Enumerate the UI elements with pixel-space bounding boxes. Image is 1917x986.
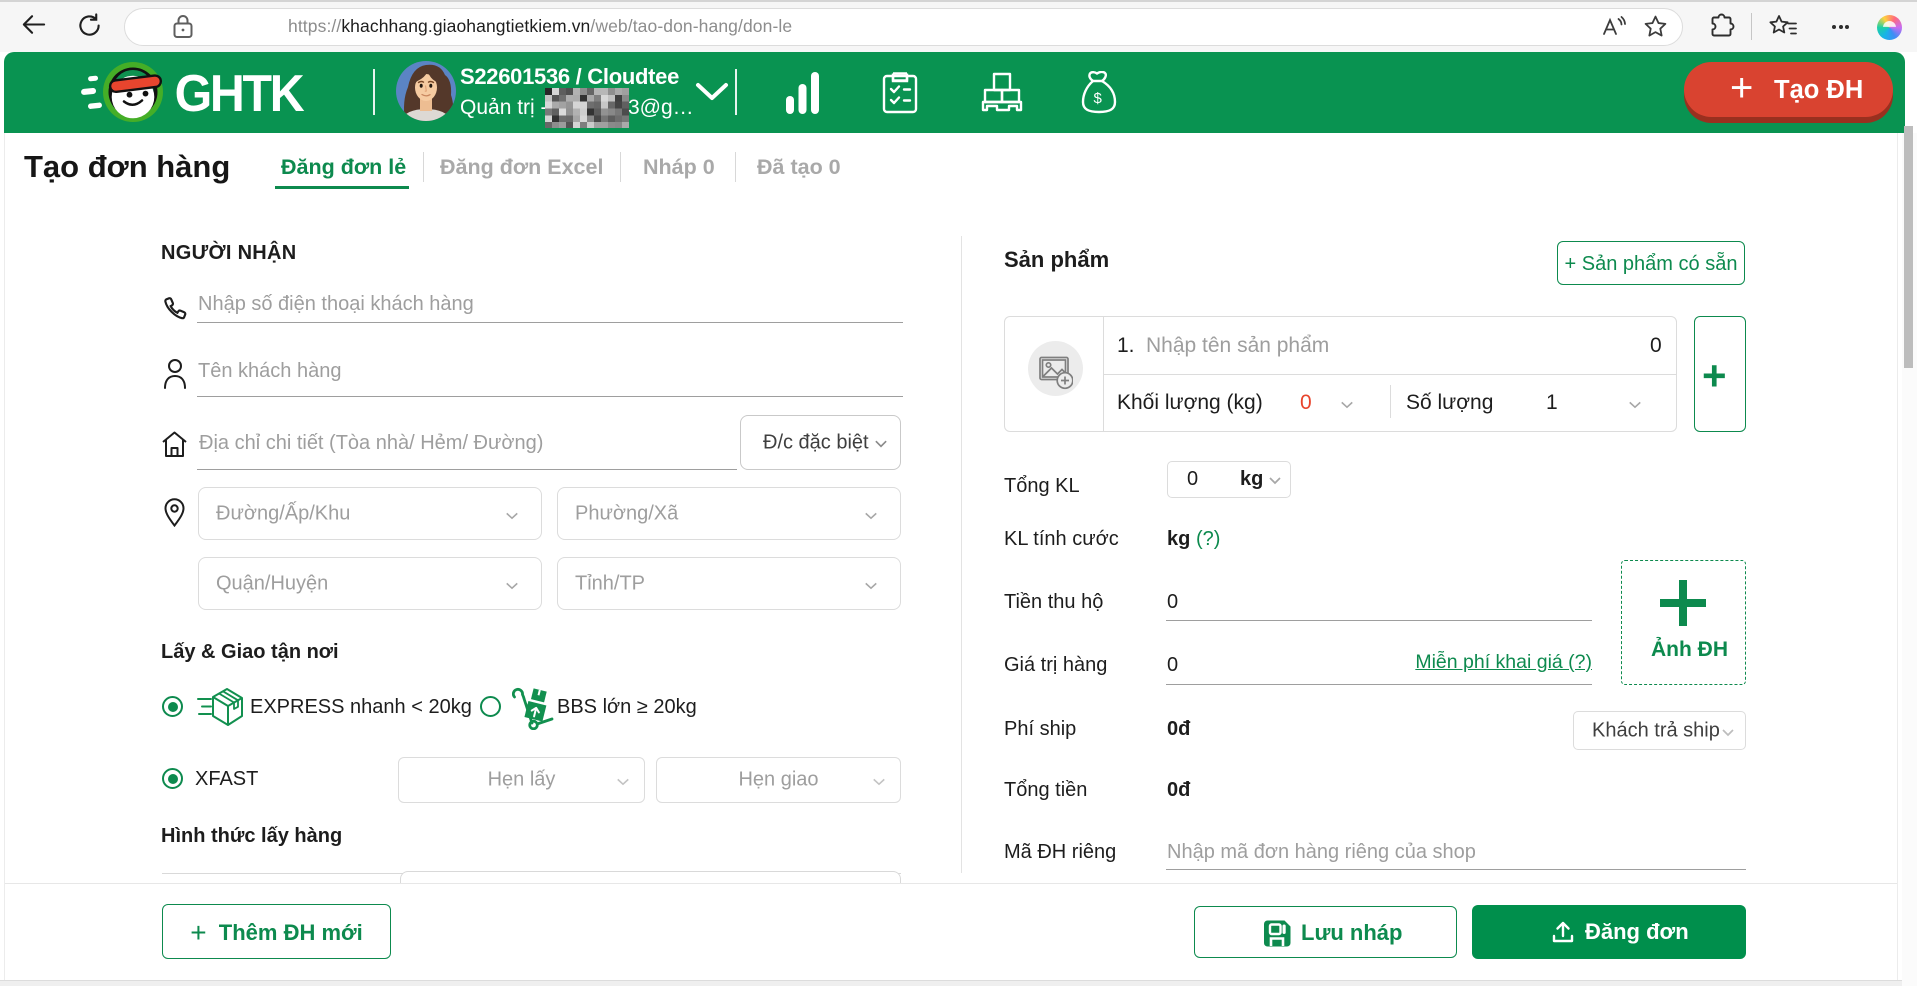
svg-text:$: $: [1094, 90, 1103, 107]
svg-text:GHTK: GHTK: [175, 64, 305, 122]
